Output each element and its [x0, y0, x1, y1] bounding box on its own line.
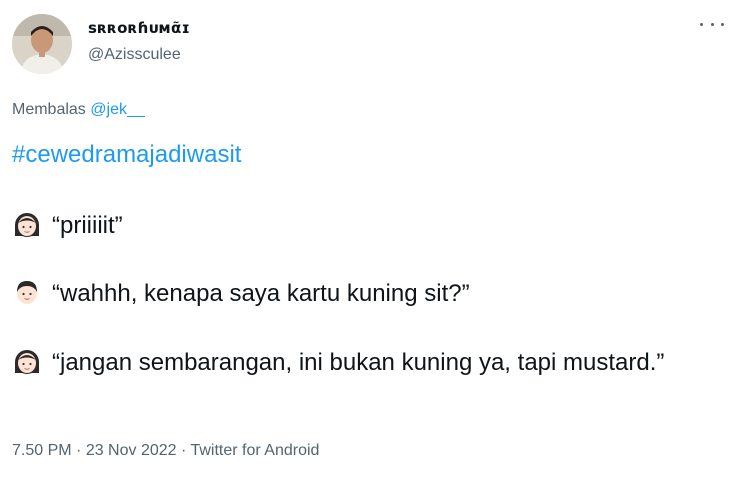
tweet: ꜱʀʀᴏʀɦᴜᴍᾶɪ @Azissculee Membalas @jek__ #… — [0, 0, 739, 481]
dialogue-text: “wahhh, kenapa saya kartu kuning sit?” — [52, 280, 470, 307]
dialogue-line: “jangan sembarangan, ini bukan kuning ya… — [12, 345, 712, 381]
meta-separator: · — [176, 442, 191, 459]
hashtag-link[interactable]: #cewedramajadiwasit — [12, 141, 241, 169]
boy-face-emoji-icon — [17, 281, 37, 304]
dialogue-text: “priiiiit” — [52, 212, 123, 239]
mention-link[interactable]: @jek__ — [90, 101, 145, 118]
girl-face-emoji-icon — [15, 213, 39, 237]
profile-photo-icon — [12, 14, 72, 74]
tweet-time[interactable]: 7.50 PM — [12, 442, 72, 459]
dialogue-line: “wahhh, kenapa saya kartu kuning sit?” — [12, 276, 712, 312]
replying-to-label: Membalas — [12, 101, 86, 118]
dialogue-line: “priiiiit” — [12, 208, 712, 244]
tweet-meta: 7.50 PM · 23 Nov 2022 · Twitter for Andr… — [12, 442, 319, 460]
avatar[interactable] — [12, 14, 72, 74]
tweet-source[interactable]: Twitter for Android — [190, 442, 319, 459]
display-name[interactable]: ꜱʀʀᴏʀɦᴜᴍᾶɪ — [88, 19, 190, 37]
tweet-date[interactable]: 23 Nov 2022 — [86, 442, 177, 459]
dialogue-text: “jangan sembarangan, ini bukan kuning ya… — [52, 349, 665, 376]
replying-to: Membalas @jek__ — [12, 101, 145, 119]
user-handle[interactable]: @Azissculee — [88, 46, 181, 64]
more-options-icon[interactable] — [700, 18, 724, 30]
meta-separator: · — [71, 442, 86, 459]
girl-face-emoji-icon — [15, 350, 39, 374]
